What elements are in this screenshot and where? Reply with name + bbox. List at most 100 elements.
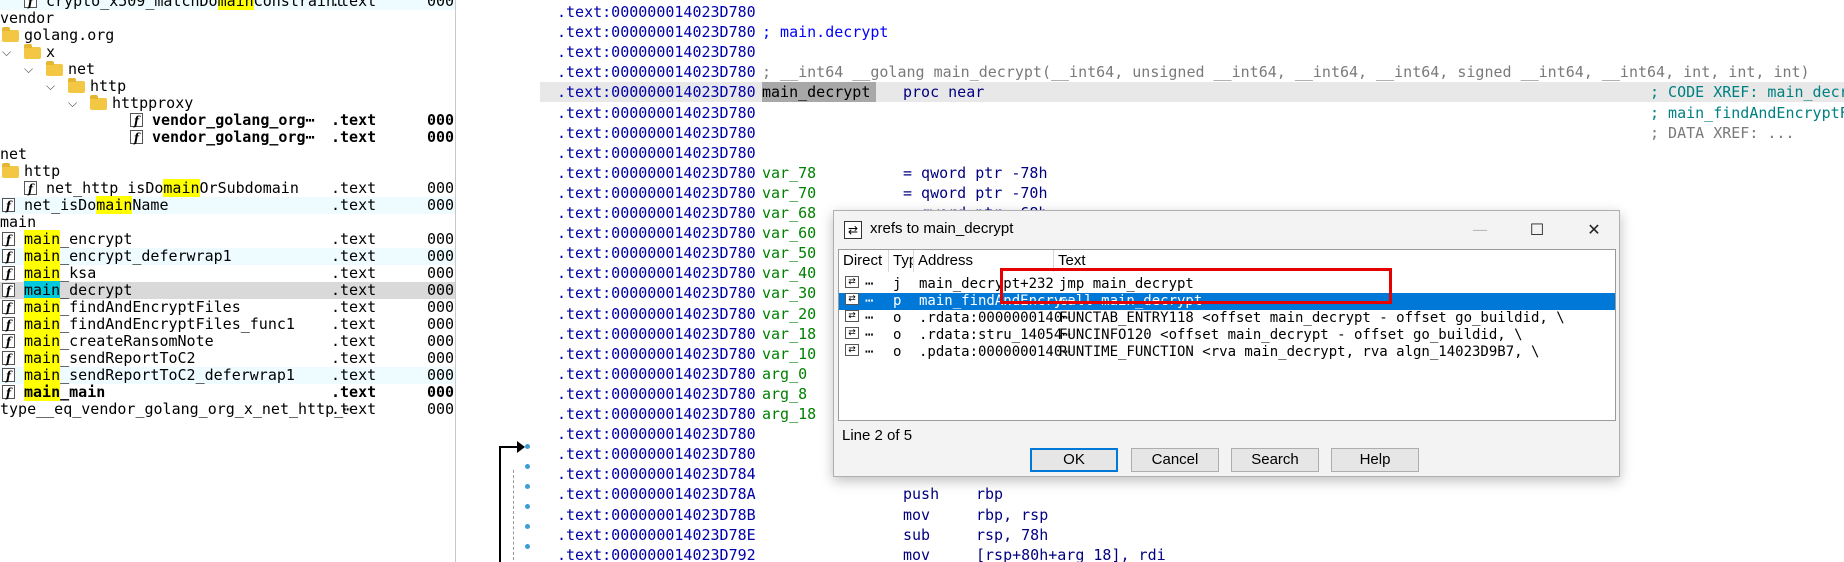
folder-row[interactable]: http: [0, 163, 455, 180]
disasm-line[interactable]: .text:000000014023D780: [540, 2, 1844, 22]
group-label[interactable]: type__eq_vendor_golang_org_x_net_http_⋯.…: [0, 401, 455, 418]
minimize-button[interactable]: —: [1457, 215, 1503, 245]
function-row[interactable]: f main_createRansomNote .text 0000: [0, 332, 455, 350]
function-icon: f: [2, 334, 15, 349]
xref-row[interactable]: ⇄ ⋯ o .rdata:0000000140⋯ FUNCTAB_ENTRY118 <o…: [839, 310, 1615, 327]
function-row[interactable]: f main_decrypt .text 0000: [0, 281, 455, 299]
disasm-line[interactable]: .text:000000014023D792 mov [rsp+80h+arg_18…: [540, 545, 1844, 562]
breakpoint-dot-icon[interactable]: [525, 444, 530, 449]
column-header-direction[interactable]: Direct: [839, 250, 889, 272]
line-label[interactable]: ; main.decrypt: [762, 22, 888, 42]
group-label[interactable]: main: [0, 214, 455, 231]
folder-icon: [46, 61, 63, 76]
segment-name: .text: [331, 383, 377, 401]
search-match-highlight: main: [24, 264, 61, 282]
line-address: .text:000000014023D780: [557, 364, 756, 383]
function-label-selected[interactable]: main_decrypt: [762, 82, 877, 103]
disasm-line[interactable]: .text:000000014023D78B mov rbp, rsp: [540, 505, 1844, 525]
folder-row[interactable]: ⌵ x: [0, 44, 455, 61]
disasm-line[interactable]: .text:000000014023D780 var_70 = qword ptr …: [540, 183, 1844, 203]
line-label[interactable]: var_10: [762, 344, 816, 364]
disasm-line[interactable]: .text:000000014023D78E sub rsp, 78h: [540, 525, 1844, 545]
folder-row[interactable]: ⌵ net: [0, 61, 455, 78]
group-label[interactable]: vendor: [0, 10, 455, 27]
function-row[interactable]: f main_findAndEncryptFiles_func1 .text 0000: [0, 315, 455, 333]
function-row[interactable]: f main_encrypt .text 0000: [0, 230, 455, 248]
segment-name: .text: [331, 332, 377, 350]
function-row[interactable]: f main_main .text 000: [0, 383, 455, 401]
function-name: main_encrypt: [24, 230, 133, 248]
disasm-line[interactable]: .text:000000014023D780 ; __int64 __golang…: [540, 62, 1844, 82]
chevron-down-icon[interactable]: ⌵: [24, 61, 33, 78]
line-label[interactable]: var_78: [762, 163, 816, 183]
function-icon: f: [2, 300, 15, 315]
disasm-line[interactable]: .text:000000014023D780: [540, 42, 1844, 62]
line-label[interactable]: var_68: [762, 203, 816, 223]
column-header-type[interactable]: Typ: [889, 250, 914, 272]
breakpoint-dot-icon[interactable]: [525, 484, 530, 489]
breakpoint-dot-icon[interactable]: [525, 524, 530, 529]
functions-pane[interactable]: f crypto_x509_matchDomainConstraint .text 0…: [0, 0, 456, 562]
disasm-line[interactable]: .text:000000014023D780 ; main_findAndEncr…: [540, 103, 1844, 123]
line-comment: ; CODE XREF: main_decrypt+232↓j: [1650, 83, 1844, 102]
line-label[interactable]: var_40: [762, 263, 816, 283]
close-button[interactable]: ✕: [1571, 215, 1617, 245]
line-address: .text:000000014023D780: [557, 344, 756, 363]
xrefs-dialog[interactable]: ⇄ xrefs to main_decrypt — ☐ ✕ Direct Typ…: [833, 210, 1620, 477]
line-label[interactable]: arg_8: [762, 384, 807, 404]
folder-row[interactable]: golang.org: [0, 27, 455, 44]
function-row[interactable]: f crypto_x509_matchDomainConstraint .text 0…: [0, 0, 455, 10]
line-label[interactable]: ; __int64 __golang main_decrypt(__int64,…: [762, 62, 1810, 82]
search-match-highlight: main: [24, 230, 61, 248]
line-label[interactable]: var_50: [762, 243, 816, 263]
function-row[interactable]: f main_ksa .text 0000: [0, 264, 455, 282]
start-address: 0000: [427, 400, 455, 418]
segment-name: .text: [331, 0, 377, 10]
disasm-line[interactable]: .text:000000014023D780 ; DATA XREF: ...: [540, 123, 1844, 143]
disasm-line[interactable]: .text:000000014023D780 ; main.decrypt: [540, 22, 1844, 42]
xref-row[interactable]: ⇄ ⋯ o .pdata:0000000140⋯ RUNTIME_FUNCTION <r…: [839, 344, 1615, 361]
line-label[interactable]: var_30: [762, 283, 816, 303]
disasm-line[interactable]: .text:000000014023D780 var_78 = qword ptr …: [540, 163, 1844, 183]
function-name: main_sendReportToC2: [24, 349, 196, 367]
function-row[interactable]: f main_sendReportToC2 .text 0000: [0, 349, 455, 367]
xref-row[interactable]: ⇄ ⋯ o .rdata:stru_14054⋯ FUNCINFO120 <offset…: [839, 327, 1615, 344]
disasm-line[interactable]: .text:000000014023D780: [540, 143, 1844, 163]
disasm-line[interactable]: .text:000000014023D78A push rbp: [540, 484, 1844, 504]
function-row[interactable]: f net_isDomainName .text 0000: [0, 196, 455, 214]
dialog-titlebar[interactable]: ⇄ xrefs to main_decrypt — ☐ ✕: [834, 211, 1619, 249]
line-label[interactable]: arg_18: [762, 404, 816, 424]
chevron-down-icon[interactable]: ⌵: [68, 95, 77, 112]
maximize-button[interactable]: ☐: [1514, 215, 1560, 245]
line-label[interactable]: var_60: [762, 223, 816, 243]
function-icon: f: [2, 368, 15, 383]
breakpoint-dot-icon[interactable]: [525, 504, 530, 509]
chevron-down-icon[interactable]: ⌵: [2, 44, 11, 61]
line-label[interactable]: var_70: [762, 183, 816, 203]
breakpoint-dot-icon[interactable]: [525, 464, 530, 469]
function-row[interactable]: f main_encrypt_deferwrap1 .text 0000: [0, 247, 455, 265]
instruction-operands: rbp, rsp: [976, 505, 1049, 524]
search-match-highlight: main: [24, 281, 61, 299]
function-row[interactable]: f vendor_golang_org⋯ .text 000: [0, 112, 455, 129]
group-label[interactable]: net: [0, 146, 455, 163]
ok-button[interactable]: OK: [1030, 448, 1118, 472]
chevron-down-icon[interactable]: ⌵: [46, 78, 55, 95]
help-button[interactable]: Help: [1331, 448, 1419, 472]
breakpoint-dot-icon[interactable]: [525, 544, 530, 549]
function-row[interactable]: f main_sendReportToC2_deferwrap1 .text 0000: [0, 366, 455, 384]
segment-name: .text: [331, 230, 377, 248]
cancel-button[interactable]: Cancel: [1131, 448, 1219, 472]
line-label[interactable]: arg_0: [762, 364, 807, 384]
function-row[interactable]: f vendor_golang_org⋯ .text 000: [0, 129, 455, 146]
search-match-highlight: main: [24, 383, 61, 401]
folder-row[interactable]: ⌵ http: [0, 78, 455, 95]
search-button[interactable]: Search: [1231, 448, 1319, 472]
line-label[interactable]: var_20: [762, 304, 816, 324]
disasm-line[interactable]: .text:000000014023D780 main_decrypt proc n…: [540, 82, 1844, 103]
folder-row[interactable]: ⌵ httpproxy: [0, 95, 455, 112]
line-label[interactable]: var_18: [762, 324, 816, 344]
segment-name: .text: [331, 247, 377, 265]
function-row[interactable]: f main_findAndEncryptFiles .text 0000: [0, 298, 455, 316]
function-row[interactable]: f net_http_isDomainOrSubdomain .text 0000: [0, 179, 455, 197]
